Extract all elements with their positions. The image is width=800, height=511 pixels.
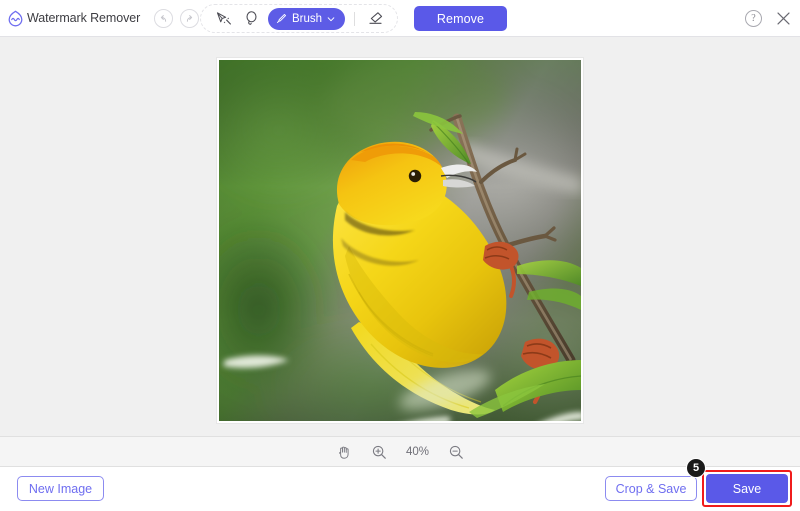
close-x-icon[interactable] (774, 10, 792, 28)
remove-button[interactable]: Remove (414, 6, 507, 31)
undo-arrow-icon[interactable] (154, 9, 173, 28)
footer-bar: New Image Crop & Save 5 Save (0, 467, 800, 511)
edit-tools-group: Brush (200, 4, 398, 33)
photo-frame (217, 58, 583, 423)
zoom-out-icon[interactable] (447, 442, 466, 461)
editor-canvas[interactable] (0, 37, 800, 436)
new-image-button[interactable]: New Image (17, 476, 104, 501)
zoom-toolbar: 40% (0, 436, 800, 467)
question-mark-icon[interactable]: ? (745, 10, 762, 27)
magic-wand-icon[interactable] (209, 6, 237, 31)
brush-icon (275, 12, 288, 25)
lasso-icon[interactable] (237, 6, 265, 31)
app-title: Watermark Remover (27, 11, 140, 25)
app-brand: Watermark Remover (0, 10, 150, 27)
photo-image[interactable] (219, 60, 581, 421)
brush-label: Brush (292, 13, 322, 25)
bird-photo-illustration (219, 60, 581, 421)
zoom-level-label: 40% (405, 446, 431, 458)
redo-arrow-icon[interactable] (180, 9, 199, 28)
chevron-down-icon (326, 14, 336, 24)
step-badge: 5 (686, 458, 706, 478)
brush-tool-button[interactable]: Brush (268, 8, 345, 30)
save-button-group: 5 Save (702, 470, 792, 507)
crop-and-save-button[interactable]: Crop & Save (605, 476, 697, 501)
hand-pan-icon[interactable] (335, 442, 354, 461)
save-button[interactable]: Save (706, 474, 788, 503)
history-controls (154, 9, 199, 28)
window-controls: ? (745, 0, 792, 37)
eraser-icon[interactable] (361, 6, 389, 31)
top-toolbar: Watermark Remover (0, 0, 800, 37)
toolbar-divider (354, 12, 355, 26)
droplet-wave-logo-icon (7, 10, 24, 27)
watermark-remover-window: Watermark Remover (0, 0, 800, 511)
zoom-in-icon[interactable] (370, 442, 389, 461)
